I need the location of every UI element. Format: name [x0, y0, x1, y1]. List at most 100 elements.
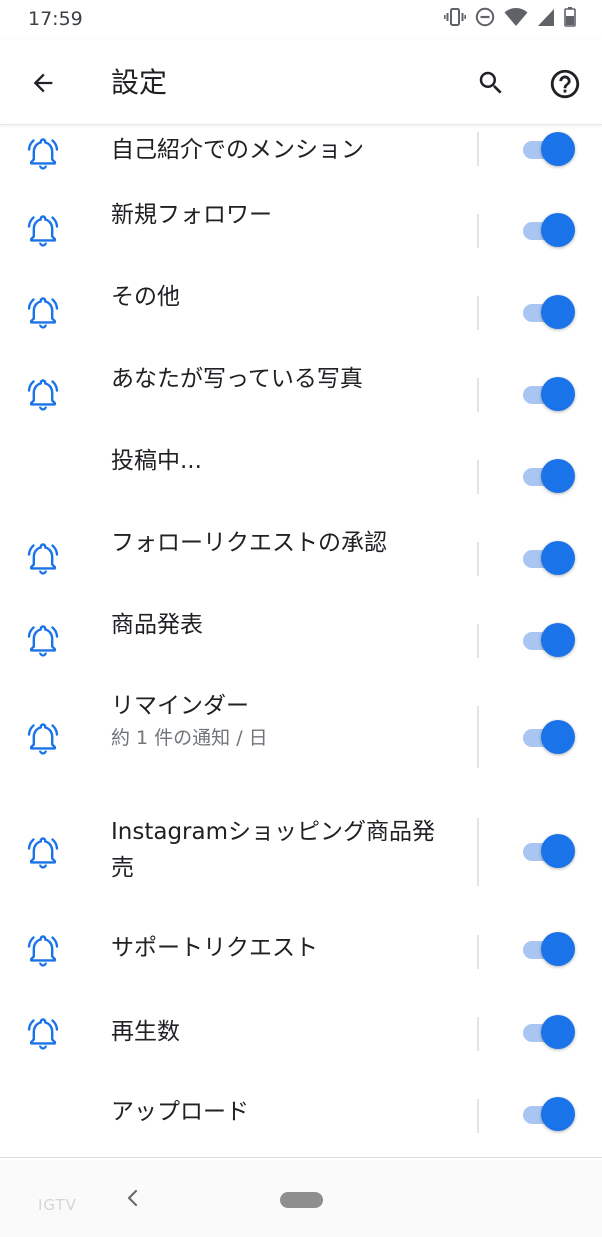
vertical-divider: [477, 818, 479, 886]
settings-row[interactable]: 商品発表: [0, 592, 602, 674]
help-circle-icon: [550, 69, 580, 99]
notification-toggle[interactable]: [521, 459, 575, 495]
settings-row-title: サポートリクエスト: [111, 935, 318, 961]
notification-bell-icon: [24, 931, 62, 969]
back-button[interactable]: [22, 62, 64, 104]
app-bar: 設定: [0, 40, 602, 125]
settings-row-title: アップロード: [111, 1099, 249, 1125]
toggle-thumb: [541, 1097, 575, 1131]
settings-row-label: 新規フォロワー: [111, 197, 456, 233]
vertical-divider: [477, 624, 479, 658]
toggle-thumb: [541, 132, 575, 166]
settings-row-label: 再生数: [111, 1014, 456, 1050]
notification-toggle[interactable]: [521, 377, 575, 413]
vertical-divider: [477, 460, 479, 494]
help-button[interactable]: [543, 62, 587, 106]
notification-bell-icon: [24, 211, 62, 249]
settings-row-title: 新規フォロワー: [111, 202, 272, 228]
page-title: 設定: [111, 66, 168, 99]
toggle-thumb: [541, 623, 575, 657]
toggle-thumb: [541, 1015, 575, 1049]
settings-row-label: 自己紹介でのメンション: [111, 132, 456, 168]
toggle-thumb: [541, 295, 575, 329]
vertical-divider: [477, 132, 479, 166]
vertical-divider: [477, 214, 479, 248]
notification-bell-icon: [24, 293, 62, 331]
settings-row-title: Instagramショッピング商品発売: [111, 819, 436, 881]
notification-toggle[interactable]: [521, 720, 575, 756]
settings-row[interactable]: アップロード: [0, 1074, 602, 1158]
bottom-divider: [0, 1157, 602, 1158]
toggle-thumb: [541, 541, 575, 575]
igtv-faded-label: IGTV: [38, 1196, 77, 1214]
notification-bell-icon: [24, 621, 62, 659]
settings-row-label: 商品発表: [111, 607, 456, 643]
toggle-thumb: [541, 377, 575, 411]
vertical-divider: [477, 1017, 479, 1051]
notification-bell-icon: [24, 375, 62, 413]
settings-row-label: リマインダー約 1 件の通知 / 日: [111, 688, 456, 752]
notification-toggle[interactable]: [521, 541, 575, 577]
status-icons: [444, 7, 576, 27]
vertical-divider: [477, 542, 479, 576]
vertical-divider: [477, 935, 479, 969]
status-bar: 17:59: [0, 0, 602, 40]
settings-row-label: Instagramショッピング商品発売: [111, 814, 456, 886]
settings-row-title: フォローリクエストの承認: [111, 530, 387, 556]
settings-row[interactable]: 新規フォロワー: [0, 182, 602, 264]
settings-row-title: 自己紹介でのメンション: [111, 137, 364, 163]
battery-icon: [564, 7, 576, 27]
notification-toggle[interactable]: [521, 213, 575, 249]
system-nav-bar: IGTV: [0, 1160, 602, 1237]
notification-toggle[interactable]: [521, 623, 575, 659]
settings-row-title: 再生数: [111, 1019, 180, 1045]
settings-row[interactable]: 自己紹介でのメンション: [0, 124, 602, 182]
settings-row-subtitle: 約 1 件の通知 / 日: [111, 727, 268, 749]
toggle-thumb: [541, 213, 575, 247]
nav-back-chevron-icon[interactable]: [121, 1186, 145, 1210]
settings-row-title: あなたが写っている写真: [111, 366, 363, 392]
toggle-thumb: [541, 720, 575, 754]
notification-bell-icon: [24, 134, 62, 172]
settings-row-label: 投稿中...: [111, 443, 456, 479]
toggle-thumb: [541, 459, 575, 493]
settings-row[interactable]: フォローリクエストの承認: [0, 510, 602, 592]
wifi-icon: [504, 8, 528, 26]
settings-row[interactable]: リマインダー約 1 件の通知 / 日: [0, 674, 602, 800]
toggle-thumb: [541, 834, 575, 868]
notification-bell-icon: [24, 539, 62, 577]
vertical-divider: [477, 296, 479, 330]
arrow-back-icon: [33, 73, 53, 93]
notification-toggle[interactable]: [521, 1097, 575, 1133]
do-not-disturb-icon: [475, 7, 495, 27]
settings-row[interactable]: その他: [0, 264, 602, 346]
notification-bell-icon: [24, 833, 62, 871]
settings-row-title: リマインダー: [111, 693, 249, 719]
settings-row[interactable]: サポートリクエスト: [0, 906, 602, 990]
settings-row-title: 投稿中...: [111, 448, 202, 474]
search-button[interactable]: [470, 62, 512, 104]
notification-bell-icon: [24, 1014, 62, 1052]
notification-toggle[interactable]: [521, 834, 575, 870]
settings-row[interactable]: あなたが写っている写真: [0, 346, 602, 428]
notification-toggle[interactable]: [521, 132, 575, 168]
notification-toggle[interactable]: [521, 1015, 575, 1051]
home-pill-icon[interactable]: [280, 1192, 323, 1208]
settings-row[interactable]: 投稿中...: [0, 428, 602, 510]
notification-toggle[interactable]: [521, 932, 575, 968]
vibrate-icon: [444, 8, 466, 26]
settings-row[interactable]: Instagramショッピング商品発売: [0, 800, 602, 906]
notification-bell-icon: [24, 719, 62, 757]
settings-row-title: その他: [111, 284, 180, 310]
vertical-divider: [477, 378, 479, 412]
notification-toggle[interactable]: [521, 295, 575, 331]
vertical-divider: [477, 1099, 479, 1133]
settings-row[interactable]: 再生数: [0, 990, 602, 1074]
settings-row-label: アップロード: [111, 1094, 456, 1130]
cell-signal-icon: [538, 9, 554, 26]
settings-row-label: その他: [111, 279, 456, 315]
search-icon: [479, 71, 502, 94]
settings-row-label: あなたが写っている写真: [111, 361, 456, 397]
vertical-divider: [477, 706, 479, 768]
settings-row-label: フォローリクエストの承認: [111, 525, 456, 561]
